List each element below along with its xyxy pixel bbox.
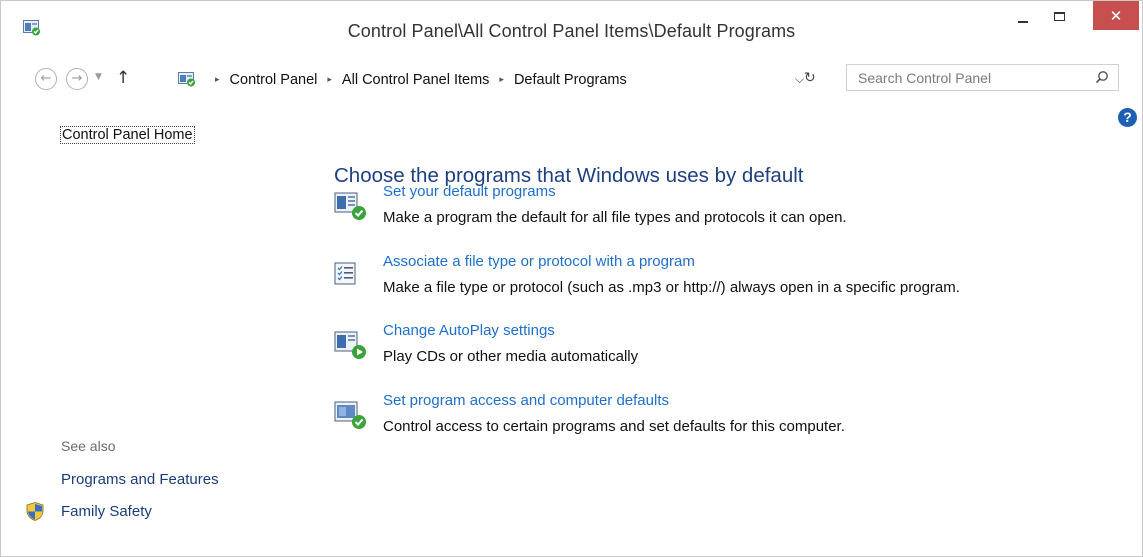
address-bar[interactable]: ▸ Control Panel ▸ All Control Panel Item… bbox=[172, 66, 824, 92]
task-associate-file-type: Associate a file type or protocol with a… bbox=[334, 253, 1114, 301]
back-button[interactable]: ← bbox=[35, 68, 57, 90]
task-set-default-programs: Set your default programs Make a program… bbox=[334, 183, 1114, 231]
search-input[interactable] bbox=[847, 65, 1087, 90]
set-default-programs-link[interactable]: Set your default programs bbox=[383, 183, 556, 200]
close-icon: ✕ bbox=[1109, 6, 1123, 25]
task-description: Make a program the default for all file … bbox=[383, 209, 847, 226]
search-icon[interactable] bbox=[1095, 70, 1109, 84]
control-panel-icon bbox=[178, 72, 195, 87]
task-description: Control access to certain programs and s… bbox=[383, 418, 845, 435]
program-access-icon bbox=[334, 401, 366, 429]
address-dropdown-icon[interactable]: ⌵ bbox=[795, 72, 804, 87]
breadcrumb-separator-icon[interactable]: ▸ bbox=[327, 75, 332, 85]
autoplay-icon bbox=[334, 331, 366, 359]
file-association-icon bbox=[334, 262, 356, 285]
window-title: Control Panel\All Control Panel Items\De… bbox=[347, 21, 796, 41]
breadcrumb-control-panel[interactable]: Control Panel bbox=[230, 72, 318, 88]
default-programs-icon bbox=[334, 192, 366, 220]
recent-locations-button[interactable]: ▼ bbox=[95, 72, 102, 82]
family-safety-link[interactable]: Family Safety bbox=[61, 503, 152, 520]
uac-shield-icon bbox=[26, 502, 44, 521]
programs-and-features-link[interactable]: Programs and Features bbox=[61, 471, 219, 488]
up-button[interactable]: ↑ bbox=[116, 68, 130, 88]
associate-file-type-link[interactable]: Associate a file type or protocol with a… bbox=[383, 253, 695, 270]
refresh-icon[interactable]: ↻ bbox=[804, 70, 824, 86]
see-also-label: See also bbox=[61, 438, 116, 454]
set-program-access-link[interactable]: Set program access and computer defaults bbox=[383, 392, 669, 409]
breadcrumb-default-programs[interactable]: Default Programs bbox=[514, 72, 627, 88]
breadcrumb-separator-icon[interactable]: ▸ bbox=[215, 75, 220, 85]
close-button[interactable]: ✕ bbox=[1093, 1, 1139, 30]
task-description: Play CDs or other media automatically bbox=[383, 348, 639, 365]
title-bar: Control Panel\All Control Panel Items\De… bbox=[1, 1, 1142, 54]
maximize-button[interactable] bbox=[1042, 1, 1076, 30]
help-icon[interactable]: ? bbox=[1118, 108, 1137, 127]
breadcrumb-separator-icon[interactable]: ▸ bbox=[499, 75, 504, 85]
change-autoplay-settings-link[interactable]: Change AutoPlay settings bbox=[383, 322, 555, 339]
search-box[interactable] bbox=[846, 64, 1119, 91]
task-program-access: Set program access and computer defaults… bbox=[334, 392, 1114, 440]
minimize-icon bbox=[1018, 20, 1028, 23]
control-panel-home-link[interactable]: Control Panel Home bbox=[60, 126, 195, 144]
minimize-button[interactable] bbox=[1006, 1, 1040, 30]
control-panel-window: Control Panel\All Control Panel Items\De… bbox=[0, 0, 1143, 557]
breadcrumb-all-control-panel-items[interactable]: All Control Panel Items bbox=[342, 72, 489, 88]
task-description: Make a file type or protocol (such as .m… bbox=[383, 279, 960, 296]
breadcrumb: ▸ Control Panel ▸ All Control Panel Item… bbox=[205, 72, 627, 88]
task-change-autoplay: Change AutoPlay settings Play CDs or oth… bbox=[334, 322, 1114, 370]
maximize-icon bbox=[1053, 12, 1065, 21]
forward-button[interactable]: → bbox=[66, 68, 88, 90]
